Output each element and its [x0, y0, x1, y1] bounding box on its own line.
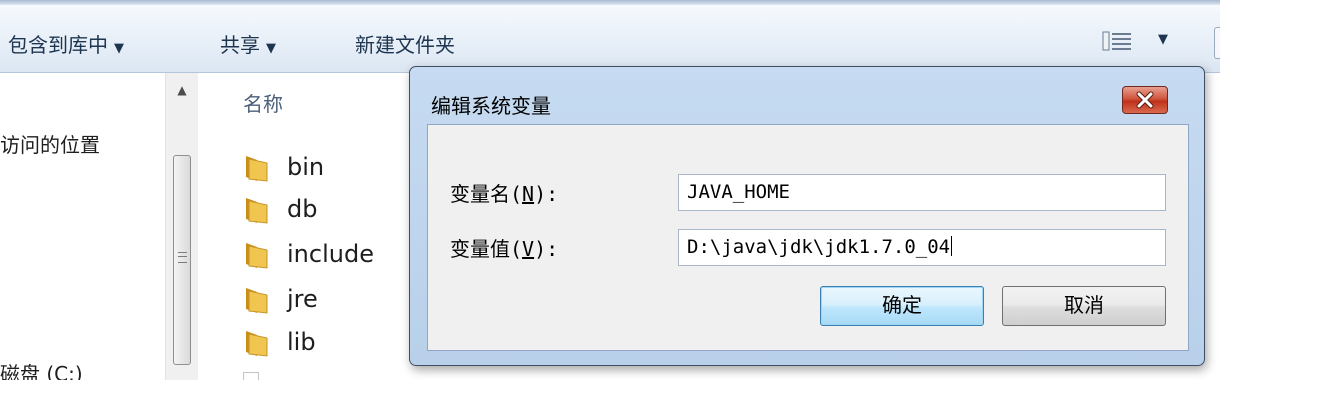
- variable-name-value: JAVA_HOME: [687, 181, 790, 203]
- variable-name-input[interactable]: JAVA_HOME: [678, 174, 1166, 211]
- close-button[interactable]: [1122, 86, 1168, 114]
- command-bar: 包含到库中 ▼ 共享 ▼ 新建文件夹 ▼: [0, 5, 1220, 73]
- include-in-library-label: 包含到库中: [8, 33, 108, 57]
- dropdown-arrow-icon: ▼: [266, 41, 276, 56]
- access-key: V: [522, 237, 535, 261]
- nav-item-recent-places[interactable]: 访问的位置: [0, 129, 100, 158]
- variable-name-label: 变量名(N):: [450, 178, 558, 207]
- cancel-button[interactable]: 取消: [1002, 286, 1166, 326]
- variable-name-label-text: 变量名(N):: [450, 182, 559, 206]
- folder-icon: [246, 243, 268, 269]
- access-key: N: [522, 182, 535, 206]
- file-name: lib: [287, 328, 316, 356]
- new-folder-label: 新建文件夹: [355, 33, 455, 57]
- dialog-title: 编辑系统变量: [431, 94, 551, 118]
- folder-icon: [246, 331, 268, 357]
- edit-system-variable-dialog: 编辑系统变量 变量名(N): JAVA_HOME 变量值(V): D:\java…: [409, 66, 1205, 366]
- ok-button[interactable]: 确定: [820, 286, 984, 326]
- grip-icon: [178, 252, 187, 263]
- file-name: jre: [287, 285, 318, 313]
- nav-scrollbar[interactable]: ▲: [165, 73, 198, 380]
- file-name: db: [287, 195, 318, 223]
- new-folder-button[interactable]: 新建文件夹: [355, 29, 455, 58]
- include-in-library-menu[interactable]: 包含到库中 ▼: [8, 29, 124, 58]
- close-icon: [1136, 91, 1154, 109]
- file-icon: [243, 372, 259, 380]
- text-caret: [951, 236, 953, 256]
- explorer-window: 包含到库中 ▼ 共享 ▼ 新建文件夹 ▼ 访问的位置 磁盘 (C:) ▲ 名称: [0, 0, 1220, 380]
- details-view-icon[interactable]: [1102, 31, 1132, 51]
- column-header-name[interactable]: 名称: [243, 88, 283, 117]
- nav-item-local-disk[interactable]: 磁盘 (C:): [0, 358, 83, 380]
- dialog-content: 变量名(N): JAVA_HOME 变量值(V): D:\java\jdk\jd…: [427, 124, 1189, 351]
- variable-value-input[interactable]: D:\java\jdk\jdk1.7.0_04: [678, 229, 1166, 266]
- variable-value-label-text: 变量值(V):: [450, 237, 559, 261]
- view-options-arrow-icon[interactable]: ▼: [1158, 32, 1168, 47]
- file-name: include: [287, 240, 374, 268]
- scrollbar-thumb[interactable]: [173, 155, 191, 365]
- preview-pane-button[interactable]: [1214, 27, 1220, 59]
- share-label: 共享: [220, 33, 260, 57]
- share-menu[interactable]: 共享 ▼: [220, 29, 276, 58]
- scroll-up-arrow-icon[interactable]: ▲: [166, 75, 198, 105]
- file-name: bin: [287, 153, 325, 181]
- folder-icon: [246, 156, 268, 182]
- variable-value-label: 变量值(V):: [450, 233, 558, 262]
- dropdown-arrow-icon: ▼: [114, 41, 124, 56]
- folder-icon: [246, 198, 268, 224]
- folder-icon: [246, 288, 268, 314]
- variable-value-value: D:\java\jdk\jdk1.7.0_04: [687, 236, 951, 258]
